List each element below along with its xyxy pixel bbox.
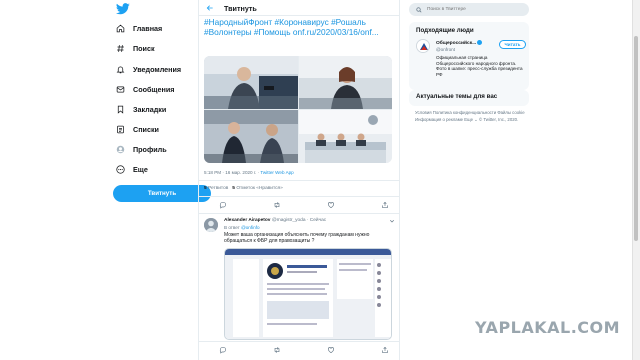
retweet-icon[interactable] <box>273 201 281 209</box>
tweet-date: 5:18 PM · 16 мар. 2020 г. · <box>204 170 261 175</box>
who-to-follow-panel: Подходящие люди Общероссийск... @onfront… <box>409 22 529 90</box>
tweet-photo-4[interactable] <box>299 110 392 163</box>
reply-icon[interactable] <box>219 201 227 209</box>
follow-suggestion-handle: @onfront <box>436 47 455 52</box>
follow-button[interactable]: Читать <box>499 40 526 49</box>
main-column: Твитнуть #НародныйФронт #Коронавирус #Ро… <box>198 0 400 360</box>
page-header: Твитнуть <box>199 0 399 16</box>
reply-actions <box>219 346 389 354</box>
likes-label[interactable]: Отметок «Нравится» <box>236 186 282 191</box>
nav-messages-label: Сообщения <box>133 84 175 94</box>
reply-to: В ответ @onfinfo <box>224 225 260 230</box>
trends-title: Актуальные темы для вас <box>416 93 498 100</box>
tweet-photo-1[interactable] <box>204 56 298 109</box>
tweet-timestamp: 5:18 PM · 16 мар. 2020 г. · Twitter Web … <box>204 170 294 175</box>
like-icon[interactable] <box>327 201 335 209</box>
sidebar-nav: Главная Поиск Уведомления Сообщения Закл… <box>108 0 211 360</box>
search-icon <box>416 6 422 13</box>
nav-home[interactable]: Главная <box>116 20 162 36</box>
search-bar[interactable] <box>409 3 529 16</box>
twitter-logo-icon[interactable] <box>116 3 130 15</box>
onf-avatar[interactable] <box>416 39 430 53</box>
tweet-actions <box>219 201 389 209</box>
tweet-photo-3[interactable] <box>204 110 298 163</box>
retweets-count[interactable]: 5 <box>204 186 207 191</box>
reply-author[interactable]: Alexander Airapetov @magistr_yoda · Сейч… <box>224 218 326 223</box>
nav-home-label: Главная <box>133 23 163 33</box>
compose-tweet-button[interactable]: Твитнуть <box>113 185 211 202</box>
bookmark-icon <box>117 105 124 114</box>
divider <box>199 341 399 342</box>
retweet-icon[interactable] <box>273 346 281 354</box>
reply-to-prefix: В ответ <box>224 225 242 230</box>
likes-count[interactable]: 5 <box>232 186 235 191</box>
nav-messages[interactable]: Сообщения <box>116 81 174 97</box>
nav-profile[interactable]: Профиль <box>116 141 167 157</box>
tweet-text[interactable]: #НародныйФронт #Коронавирус #Рошаль #Вол… <box>204 17 398 37</box>
share-icon[interactable] <box>381 346 389 354</box>
tweet-media-grid[interactable] <box>204 56 392 163</box>
nav-more[interactable]: Еще <box>116 161 148 177</box>
retweets-label[interactable]: Ретвитов <box>208 186 228 191</box>
back-arrow-icon[interactable] <box>206 4 214 12</box>
nav-explore-label: Поиск <box>133 43 155 53</box>
tweet-stats: 5 Ретвитов 5 Отметок «Нравится» <box>204 186 283 191</box>
divider <box>199 213 399 214</box>
divider <box>199 180 399 181</box>
bell-icon <box>116 66 125 73</box>
who-to-follow-title: Подходящие люди <box>416 27 474 34</box>
more-icon <box>116 164 125 174</box>
nav-lists[interactable]: Списки <box>116 121 159 137</box>
reply-text: Может ваша организация объяснить почему … <box>224 232 370 244</box>
list-icon <box>117 125 124 133</box>
like-icon[interactable] <box>327 346 335 354</box>
divider <box>199 196 399 197</box>
reply-author-handle: @magistr_yoda · Сейчас <box>271 218 327 223</box>
nav-profile-label: Профиль <box>133 144 167 154</box>
follow-suggestion-name[interactable]: Общероссийск... <box>436 40 483 46</box>
scrollbar-thumb[interactable] <box>634 36 638 241</box>
home-icon <box>116 24 125 32</box>
watermark: YAPLAKAL.COM <box>475 318 621 337</box>
verified-badge-icon <box>477 40 483 45</box>
avatar[interactable] <box>204 218 218 232</box>
nav-more-label: Еще <box>133 164 148 174</box>
follow-suggestion-bio: Официальная страница Общероссийского нар… <box>436 55 523 77</box>
nav-notifications-label: Уведомления <box>133 64 182 74</box>
page-title: Твитнуть <box>224 4 257 13</box>
nav-bookmarks-label: Закладки <box>133 104 167 114</box>
reply-to-handle[interactable]: @onfinfo <box>241 225 259 230</box>
right-sidebar: Подходящие люди Общероссийск... @onfront… <box>406 0 529 360</box>
nav-notifications[interactable]: Уведомления <box>116 61 181 77</box>
mail-icon <box>116 86 125 92</box>
hashtag-icon <box>117 44 124 52</box>
profile-icon <box>116 145 125 153</box>
search-input[interactable] <box>427 7 522 12</box>
chevron-down-icon[interactable] <box>389 218 395 224</box>
reply-attached-image[interactable] <box>224 248 392 340</box>
share-icon[interactable] <box>381 201 389 209</box>
reply-author-name[interactable]: Alexander Airapetov <box>224 218 270 223</box>
nav-lists-label: Списки <box>133 124 159 134</box>
nav-explore[interactable]: Поиск <box>116 40 155 56</box>
footer-links[interactable]: Условия Политика конфиденциальности Файл… <box>415 110 527 123</box>
tweet-source-app[interactable]: Twitter Web App <box>260 170 293 175</box>
tweet-photo-2[interactable] <box>299 56 392 109</box>
trends-panel: Актуальные темы для вас <box>409 90 529 106</box>
reply-icon[interactable] <box>219 346 227 354</box>
follow-suggestion-name-text[interactable]: Общероссийск... <box>436 41 476 46</box>
nav-bookmarks[interactable]: Закладки <box>116 101 166 117</box>
